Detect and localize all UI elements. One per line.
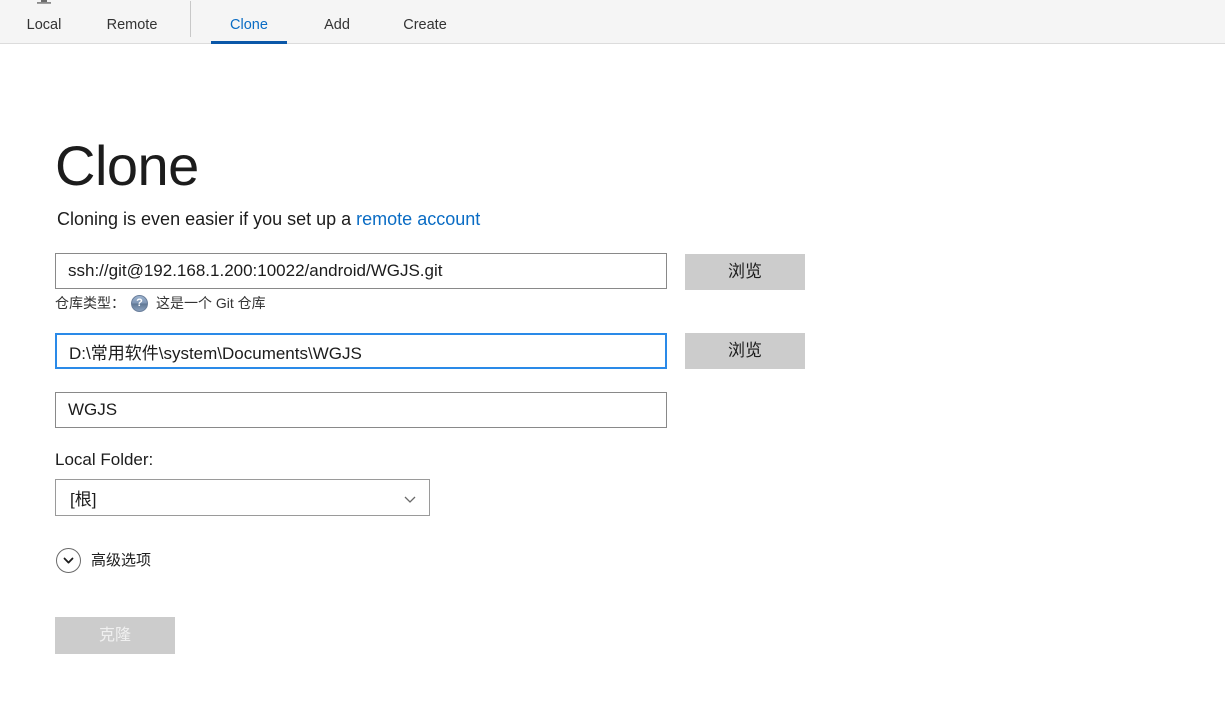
chevron-down-circle-icon xyxy=(56,548,81,573)
chevron-down-icon xyxy=(403,491,417,505)
page-title: Clone xyxy=(55,132,199,200)
clone-button[interactable]: 克隆 xyxy=(55,617,175,654)
local-folder-label: Local Folder: xyxy=(55,448,153,472)
tab-remote-label: Remote xyxy=(107,15,158,35)
repository-type-label: 仓库类型： xyxy=(55,293,125,313)
tab-create-label: Create xyxy=(403,15,447,35)
advanced-options-toggle[interactable]: 高级选项 xyxy=(56,548,151,573)
local-path-input[interactable] xyxy=(55,333,667,369)
advanced-options-label: 高级选项 xyxy=(91,550,151,572)
tab-clone-underline xyxy=(211,41,287,44)
local-folder-value: [根] xyxy=(70,485,96,510)
repository-type-row: 仓库类型： ? 这是一个 Git 仓库 xyxy=(55,293,266,313)
clone-download-icon xyxy=(232,0,266,13)
monitor-icon xyxy=(27,0,61,13)
browse-url-button[interactable]: 浏览 xyxy=(685,254,805,290)
subtitle: Cloning is even easier if you set up a r… xyxy=(57,207,480,231)
browse-path-button[interactable]: 浏览 xyxy=(685,333,805,369)
repository-url-input[interactable] xyxy=(55,253,667,289)
top-toolbar: Local Remote Clone Add xyxy=(0,0,1225,44)
local-folder-select[interactable]: [根] xyxy=(55,479,430,516)
tab-local[interactable]: Local xyxy=(0,0,88,43)
repository-type-value: 这是一个 Git 仓库 xyxy=(156,293,266,313)
tab-clone[interactable]: Clone xyxy=(205,0,293,43)
tab-remote[interactable]: Remote xyxy=(88,0,176,43)
subtitle-text: Cloning is even easier if you set up a xyxy=(57,209,356,229)
tab-local-label: Local xyxy=(27,15,62,35)
tab-clone-label: Clone xyxy=(230,15,268,35)
repository-name-input[interactable] xyxy=(55,392,667,428)
cloud-folder-icon xyxy=(115,0,149,13)
tab-add[interactable]: Add xyxy=(293,0,381,43)
tab-create[interactable]: Create xyxy=(381,0,469,43)
folder-icon xyxy=(320,0,354,13)
remote-account-link[interactable]: remote account xyxy=(356,209,480,229)
toolbar-divider xyxy=(190,1,191,37)
help-question-icon[interactable]: ? xyxy=(131,295,148,312)
create-icon xyxy=(408,0,442,13)
tab-add-label: Add xyxy=(324,15,350,35)
